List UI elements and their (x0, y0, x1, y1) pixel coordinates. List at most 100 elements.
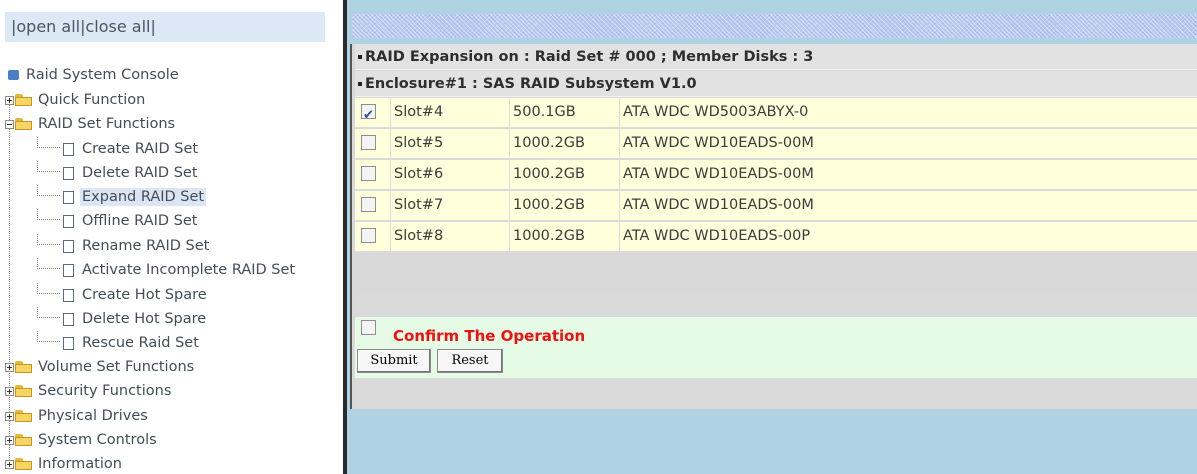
expand-icon[interactable] (5, 411, 14, 421)
enclosure-title: Enclosure#1 : SAS RAID Subsystem V1.0 (365, 76, 697, 92)
page-icon (63, 336, 74, 350)
tree-item-delete-hot-spare[interactable]: Delete Hot Spare (0, 306, 208, 331)
confirm-label: Confirm The Operation (393, 327, 586, 345)
disk-select-checkbox[interactable] (361, 197, 376, 212)
tree-branch-line (37, 306, 60, 318)
submit-button[interactable]: Submit (357, 349, 431, 373)
disk-select-checkbox[interactable] (361, 166, 376, 181)
spacer-row (355, 292, 1197, 316)
disk-row: Slot#4 500.1GB ATA WDC WD5003ABYX-0 (355, 98, 1197, 130)
tree-branch-line (37, 184, 60, 196)
disk-size: 1000.2GB (510, 129, 620, 158)
navigation-tree-pane: |open all|close all| Raid System Console… (0, 0, 343, 474)
expand-icon[interactable] (5, 362, 14, 372)
title-banner (352, 14, 1197, 38)
tree-item-label: Security Functions (38, 383, 172, 399)
page-icon (63, 166, 74, 180)
disk-model: ATA WDC WD10EADS-00M (623, 135, 814, 151)
confirm-row: Confirm The Operation (355, 317, 1197, 347)
tree-item-offline-raid-set[interactable]: Offline RAID Set (0, 208, 199, 233)
tree-root[interactable]: Raid System Console (8, 63, 181, 87)
disk-size: 1000.2GB (510, 191, 620, 220)
tree-item-label: System Controls (38, 432, 157, 448)
tree-branch-line (37, 257, 60, 269)
tree-folder-physical-drives[interactable]: Physical Drives (5, 404, 150, 428)
disk-select-cell (355, 222, 391, 251)
tree-item-label: Rescue Raid Set (82, 335, 199, 351)
reset-button[interactable]: Reset (437, 349, 503, 373)
disk-size: 500.1GB (510, 98, 620, 127)
tree-item-rename-raid-set[interactable]: Rename RAID Set (0, 233, 211, 258)
tree-root-label: Raid System Console (26, 67, 179, 83)
tree-branch-line (37, 282, 60, 294)
tree-item-delete-raid-set[interactable]: Delete RAID Set (0, 160, 200, 185)
tree-item-label: RAID Set Functions (38, 116, 176, 132)
disk-slot: Slot#6 (391, 160, 510, 189)
tree-folder-security-functions[interactable]: Security Functions (5, 379, 173, 403)
tree-folder-quick-function[interactable]: Quick Function (5, 88, 147, 112)
raid-expansion-panel: RAID Expansion on : Raid Set # 000 ; Mem… (350, 44, 1197, 409)
tree-folder-volume-set-functions[interactable]: Volume Set Functions (5, 355, 196, 379)
close-all-link[interactable]: close all (86, 17, 151, 36)
expand-icon[interactable] (5, 95, 14, 105)
tree-branch-line (37, 160, 60, 172)
disk-select-cell (355, 160, 391, 189)
expand-icon[interactable] (5, 435, 14, 445)
tree-folder-raid-set-functions[interactable]: RAID Set Functions (5, 112, 177, 136)
folder-icon (15, 458, 32, 470)
tree-item-expand-raid-set[interactable]: Expand RAID Set (0, 184, 207, 209)
tree-item-label: Delete Hot Spare (82, 311, 207, 327)
folder-icon (15, 410, 32, 422)
page-icon (63, 239, 74, 253)
tree-item-label: Activate Incomplete RAID Set (82, 262, 296, 278)
page-icon (63, 312, 74, 326)
open-all-link[interactable]: open all (16, 17, 80, 36)
tree-branch-line (37, 233, 60, 245)
disk-slot: Slot#8 (391, 222, 510, 251)
tree-item-label: Delete RAID Set (82, 165, 198, 181)
page-icon (63, 214, 74, 228)
tree-folder-information[interactable]: Information (5, 452, 124, 474)
tree-item-label: Expand RAID Set (80, 188, 207, 206)
folder-icon (15, 94, 32, 106)
disk-select-checkbox[interactable] (361, 228, 376, 243)
raid-expansion-header: RAID Expansion on : Raid Set # 000 ; Mem… (355, 44, 1197, 70)
tree-item-label: Create Hot Spare (82, 287, 207, 303)
tree-item-label: Volume Set Functions (38, 359, 195, 375)
collapse-icon[interactable] (5, 119, 14, 129)
disk-size: 1000.2GB (510, 222, 620, 251)
folder-icon (15, 361, 32, 373)
page-icon (63, 288, 74, 302)
raid-expansion-title: RAID Expansion on : Raid Set # 000 ; Mem… (365, 49, 814, 65)
folder-icon (15, 434, 32, 446)
expand-icon[interactable] (5, 459, 14, 469)
tree-branch-line (37, 136, 60, 148)
tree-item-create-hot-spare[interactable]: Create Hot Spare (0, 282, 209, 307)
disk-select-cell (355, 98, 391, 130)
disk-select-cell (355, 191, 391, 220)
disk-row: Slot#7 1000.2GB ATA WDC WD10EADS-00M (355, 191, 1197, 221)
tree-item-create-raid-set[interactable]: Create RAID Set (0, 136, 200, 161)
disk-row: Slot#8 1000.2GB ATA WDC WD10EADS-00P (355, 222, 1197, 252)
console-icon (8, 70, 19, 80)
disk-row: Slot#6 1000.2GB ATA WDC WD10EADS-00M (355, 160, 1197, 190)
disk-slot: Slot#5 (391, 129, 510, 158)
tree-item-label: Information (38, 456, 122, 472)
tree-folder-system-controls[interactable]: System Controls (5, 428, 159, 452)
disk-select-checkbox[interactable] (361, 101, 376, 130)
enclosure-header: Enclosure#1 : SAS RAID Subsystem V1.0 (355, 71, 1197, 97)
open-close-bar: |open all|close all| (5, 12, 325, 42)
button-row: Submit Reset (355, 347, 1197, 378)
page-icon (63, 263, 74, 277)
disk-select-checkbox[interactable] (361, 135, 376, 150)
disk-model: ATA WDC WD10EADS-00M (623, 197, 814, 213)
confirm-checkbox[interactable] (361, 320, 376, 335)
disk-row: Slot#5 1000.2GB ATA WDC WD10EADS-00M (355, 129, 1197, 159)
disk-slot: Slot#4 (391, 98, 510, 127)
bullet-icon (358, 82, 362, 86)
tree-item-activate-incomplete-raid-set[interactable]: Activate Incomplete RAID Set (0, 257, 297, 282)
disk-select-cell (355, 129, 391, 158)
page-icon (63, 142, 74, 156)
tree-item-rescue-raid-set[interactable]: Rescue Raid Set (0, 330, 201, 355)
expand-icon[interactable] (5, 386, 14, 396)
